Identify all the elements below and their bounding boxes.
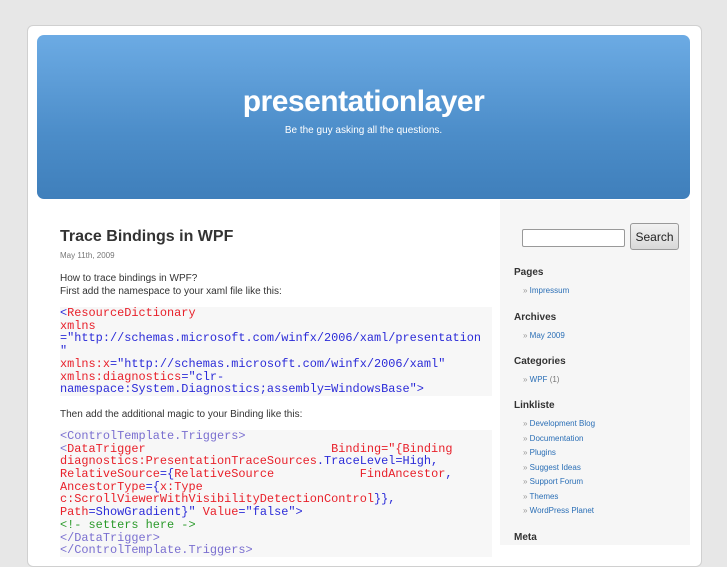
post-paragraph: Then add the additional magic to your Bi… (60, 408, 303, 420)
list-item: » May 2009 (523, 331, 565, 340)
code-token: , (445, 467, 453, 482)
search-input[interactable] (522, 229, 625, 247)
intro-line: How to trace bindings in WPF? (60, 273, 198, 284)
code-block-trigger: <ControlTemplate.Triggers> <DataTrigger B… (60, 430, 492, 557)
code-line: ="http://schemas.microsoft.com/winfx/200… (60, 332, 492, 345)
list-item: » Support Forum (523, 477, 584, 486)
code-block-namespace: <ResourceDictionary xmlns ="http://schemas… (60, 307, 492, 396)
widget-title-pages: Pages (514, 267, 544, 278)
code-token: ="http://schemas.microsoft.com/winfx/200… (60, 331, 481, 346)
code-token: Value (195, 505, 239, 520)
code-token: }}, (373, 492, 396, 507)
post-intro: How to trace bindings in WPF? First add … (60, 272, 490, 298)
widget-title-links: Linkliste (514, 400, 555, 411)
code-token: </ControlTemplate.Triggers> (60, 543, 253, 558)
code-token: ="false"> (238, 505, 303, 520)
widget-title-archives: Archives (514, 312, 557, 323)
archive-link[interactable]: May 2009 (530, 331, 565, 340)
category-count: (1) (549, 375, 560, 384)
code-token: RelativeSource FindAncestor (174, 467, 446, 482)
code-token: namespace:System.Diagnostics;assembly=Wi… (60, 382, 424, 397)
link-item[interactable]: Support Forum (530, 477, 583, 486)
post: Trace Bindings in WPF May 11th, 2009 How… (60, 228, 492, 557)
code-line: namespace:System.Diagnostics;assembly=Wi… (60, 383, 492, 396)
list-item: » WordPress Planet (523, 506, 594, 515)
widget-title-meta: Meta (514, 532, 537, 543)
list-item: » Plugins (523, 448, 556, 457)
blog-title[interactable]: presentationlayer (37, 85, 690, 119)
link-item[interactable]: Development Blog (530, 419, 595, 428)
post-title[interactable]: Trace Bindings in WPF (60, 228, 490, 246)
intro-line: First add the namespace to your xaml fil… (60, 286, 282, 297)
sidebar: Search Pages » Impressum Archives » May … (500, 200, 690, 545)
list-item: » Suggest Ideas (523, 462, 581, 472)
code-line: </ControlTemplate.Triggers> (60, 544, 492, 557)
link-item[interactable]: Suggest Ideas (530, 463, 581, 472)
search-button[interactable]: Search (630, 223, 679, 250)
list-item: » Impressum (523, 286, 570, 295)
link-item[interactable]: Documentation (530, 434, 584, 443)
link-item[interactable]: Themes (530, 492, 559, 501)
link-item[interactable]: Plugins (530, 448, 556, 457)
list-item: » Themes (523, 491, 559, 501)
category-link[interactable]: WPF (530, 375, 548, 384)
blog-header: presentationlayer Be the guy asking all … (37, 35, 690, 199)
page-link[interactable]: Impressum (530, 286, 570, 295)
post-date: May 11th, 2009 (60, 251, 115, 260)
widget-title-categories: Categories (514, 356, 566, 367)
links-list: » Development Blog » Documentation » Plu… (523, 419, 595, 521)
archives-list: » May 2009 (523, 331, 565, 346)
categories-list: » WPF (1) (523, 375, 559, 390)
code-line: <ResourceDictionary (60, 307, 492, 320)
link-item[interactable]: WordPress Planet (530, 506, 594, 515)
blog-description: Be the guy asking all the questions. (284, 125, 443, 136)
list-item: » Documentation (523, 433, 584, 443)
list-item: » Development Blog (523, 419, 596, 428)
list-item: » WPF (1) (523, 375, 560, 384)
pages-list: » Impressum (523, 286, 569, 301)
